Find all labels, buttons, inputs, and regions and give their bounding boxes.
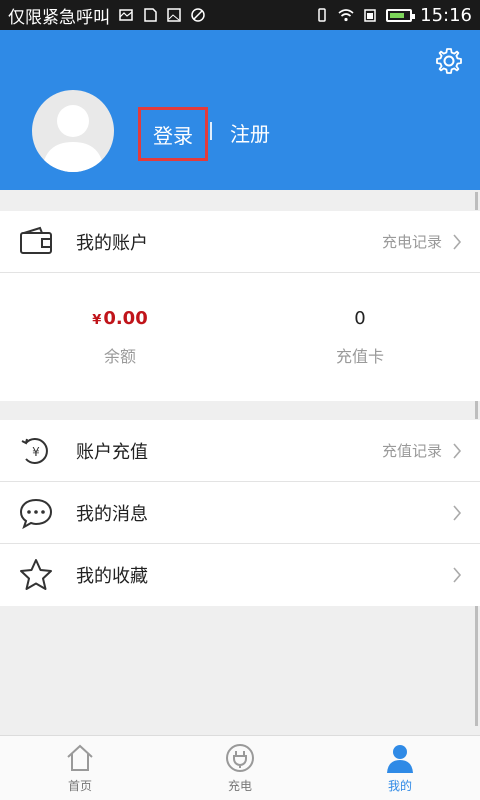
recharge-card-label: 充值卡 (335, 347, 384, 366)
balance-section: ¥0.00 余额 0 充值卡 (0, 273, 480, 402)
wallet-icon (20, 226, 52, 254)
recharge-card-column[interactable]: 0 充值卡 (240, 273, 480, 402)
bottom-tab-bar: 首页 充电 我的 (0, 735, 480, 800)
balance-value: ¥0.00 (92, 308, 147, 329)
recharge-row[interactable]: ¥ 账户充值 充值记录 (0, 420, 480, 482)
tab-mine[interactable]: 我的 (320, 736, 480, 800)
scrollbar-thumb[interactable] (475, 606, 478, 726)
login-button[interactable]: 登录 (138, 107, 208, 161)
chevron-right-icon (453, 504, 462, 521)
profile-header: 登录 注册 (0, 30, 480, 190)
scrollbar-segment (475, 401, 478, 419)
signal-icon (364, 9, 376, 22)
charge-record-link[interactable]: 充电记录 (382, 231, 442, 252)
favorites-row[interactable]: 我的收藏 (0, 544, 480, 606)
settings-gear-icon[interactable] (434, 46, 464, 76)
wifi-icon (338, 9, 354, 22)
battery-icon (386, 8, 416, 22)
login-register-divider (210, 122, 212, 140)
my-account-label: 我的账户 (76, 232, 148, 254)
home-icon (67, 744, 93, 771)
tab-mine-label: 我的 (387, 779, 412, 793)
chevron-right-icon (453, 233, 462, 250)
clock: 15:16 (420, 4, 472, 26)
tab-charge[interactable]: 充电 (160, 736, 320, 800)
notification-icon (119, 9, 133, 21)
balance-amount: 0.00 (103, 308, 148, 329)
svg-text:¥: ¥ (32, 445, 40, 459)
chevron-right-icon (453, 442, 462, 459)
tab-home[interactable]: 首页 (0, 736, 160, 800)
scrollbar-segment (475, 192, 478, 210)
user-silhouette-icon (42, 105, 104, 172)
sim-icon (144, 8, 157, 22)
tab-home-label: 首页 (67, 779, 92, 793)
currency-symbol: ¥ (92, 313, 102, 328)
status-right: 15:16 (314, 5, 472, 26)
star-icon (20, 559, 52, 590)
avatar[interactable] (32, 90, 114, 172)
menu-card: ¥ 账户充值 充值记录 我的消息 我的收藏 (0, 420, 480, 606)
message-bubble-icon (19, 498, 53, 529)
recharge-label: 账户充值 (76, 441, 148, 463)
recharge-record-link[interactable]: 充值记录 (382, 440, 442, 461)
balance-column[interactable]: ¥0.00 余额 (0, 273, 240, 402)
my-account-row[interactable]: 我的账户 充电记录 (0, 211, 480, 273)
recharge-card-value: 0 (354, 308, 366, 329)
plug-icon (226, 744, 254, 772)
messages-row[interactable]: 我的消息 (0, 482, 480, 544)
vibrate-icon (318, 8, 326, 22)
carrier-text: 仅限紧急呼叫 (8, 7, 110, 28)
status-bar: 仅限紧急呼叫 15:16 (0, 0, 480, 30)
account-card: 我的账户 充电记录 ¥0.00 余额 0 充值卡 (0, 211, 480, 401)
chevron-right-icon (453, 567, 462, 583)
balance-label: 余额 (103, 347, 136, 366)
register-button[interactable]: 注册 (230, 118, 270, 147)
status-left: 仅限紧急呼叫 (8, 3, 314, 28)
yuan-recharge-icon: ¥ (21, 437, 48, 464)
favorites-label: 我的收藏 (76, 566, 148, 587)
blocked-icon (191, 8, 205, 22)
messages-label: 我的消息 (76, 503, 148, 525)
person-icon (387, 745, 413, 773)
image-icon (167, 8, 181, 22)
tab-charge-label: 充电 (227, 779, 252, 793)
